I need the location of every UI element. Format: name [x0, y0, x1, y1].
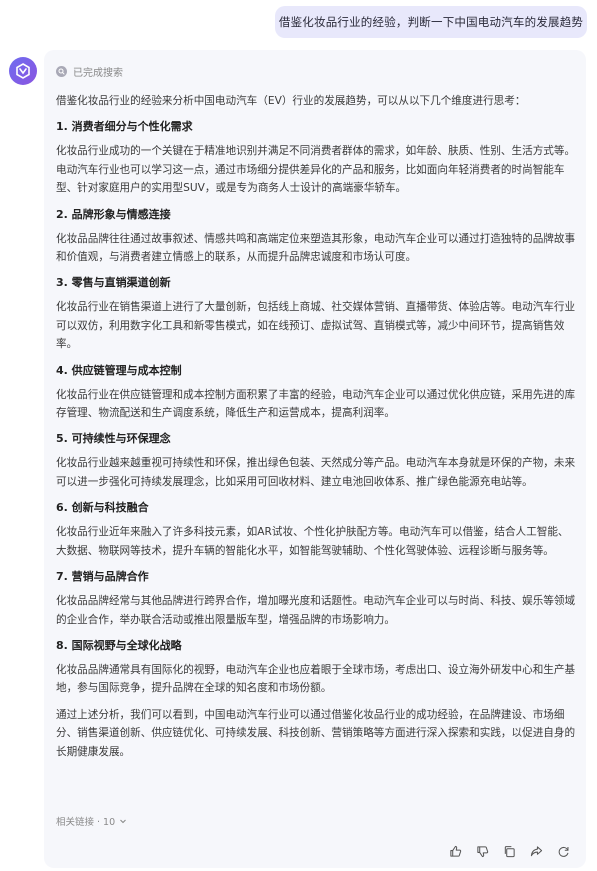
answer-section: 4. 供应链管理与成本控制化妆品行业在供应链管理和成本控制方面积累了丰富的经验，… — [56, 362, 576, 423]
answer-section: 8. 国际视野与全球化战略化妆品品牌通常具有国际化的视野，电动汽车企业也应着眼于… — [56, 637, 576, 698]
chevron-down-icon — [120, 819, 127, 824]
search-status[interactable]: 已完成搜索 — [56, 64, 123, 79]
share-icon[interactable] — [529, 844, 543, 858]
section-heading: 8. 国际视野与全球化战略 — [56, 638, 182, 652]
user-message-text: 借鉴化妆品行业的经验，判断一下中国电动汽车的发展趋势 — [278, 15, 584, 29]
section-heading: 2. 品牌形象与情感连接 — [56, 207, 171, 221]
section-body: 化妆品品牌经常与其他品牌进行跨界合作，增加曝光度和话题性。电动汽车企业可以与时尚… — [56, 595, 576, 626]
section-body: 化妆品品牌通常具有国际化的视野，电动汽车企业也应着眼于全球市场，考虑出口、设立海… — [56, 663, 576, 695]
answer-sections: 1. 消费者细分与个性化需求化妆品行业成功的一个关键在于精准地识别并满足不同消费… — [56, 118, 576, 697]
section-heading: 7. 营销与品牌合作 — [56, 570, 149, 584]
answer-section: 5. 可持续性与环保理念化妆品行业越来越重视可持续性和环保，推出绿色包装、天然成… — [56, 430, 576, 491]
answer-conclusion: 通过上述分析，我们可以看到，中国电动汽车行业可以通过借鉴化妆品行业的成功经验，在… — [56, 708, 576, 758]
section-body: 化妆品品牌往往通过故事叙述、情感共鸣和高端定位来塑造其形象，电动汽车企业可以通过… — [56, 232, 576, 264]
answer-intro: 借鉴化妆品行业的经验来分析中国电动汽车（EV）行业的发展趋势，可以从以下几个维度… — [56, 95, 526, 107]
section-heading: 5. 可持续性与环保理念 — [56, 432, 171, 446]
section-heading: 4. 供应链管理与成本控制 — [56, 363, 182, 377]
assistant-avatar — [9, 57, 37, 85]
section-body: 化妆品行业近年来融入了许多科技元素，如AR试妆、个性化护肤配方等。电动汽车可以借… — [56, 526, 569, 557]
section-body: 化妆品行业成功的一个关键在于精准地识别并满足不同消费者群体的需求，如年龄、肤质、… — [56, 145, 576, 195]
section-heading: 3. 零售与直销渠道创新 — [56, 276, 171, 290]
thumbs-up-icon[interactable] — [448, 844, 462, 858]
section-body: 化妆品行业越来越重视可持续性和环保，推出绿色包装、天然成分等产品。电动汽车本身就… — [56, 457, 576, 488]
section-body: 化妆品行业在供应链管理和成本控制方面积累了丰富的经验，电动汽车企业可以通过优化供… — [56, 388, 576, 420]
answer-section: 2. 品牌形象与情感连接化妆品品牌往往通过故事叙述、情感共鸣和高端定位来塑造其形… — [56, 206, 576, 267]
regenerate-icon[interactable] — [556, 844, 570, 858]
answer-content: 借鉴化妆品行业的经验来分析中国电动汽车（EV）行业的发展趋势，可以从以下几个维度… — [56, 92, 576, 769]
related-links-label: 相关链接 · 10 — [56, 817, 116, 828]
user-message-bubble: 借鉴化妆品行业的经验，判断一下中国电动汽车的发展趋势 — [275, 6, 587, 38]
answer-actions — [448, 844, 570, 858]
search-status-text: 已完成搜索 — [73, 68, 123, 79]
related-links-toggle[interactable]: 相关链接 · 10 — [56, 814, 127, 828]
copy-icon[interactable] — [502, 844, 516, 858]
assistant-logo-icon — [16, 63, 30, 79]
answer-section: 7. 营销与品牌合作化妆品品牌经常与其他品牌进行跨界合作，增加曝光度和话题性。电… — [56, 568, 576, 629]
section-heading: 6. 创新与科技融合 — [56, 501, 149, 515]
answer-section: 1. 消费者细分与个性化需求化妆品行业成功的一个关键在于精准地识别并满足不同消费… — [56, 118, 576, 197]
section-body: 化妆品行业在销售渠道上进行了大量创新，包括线上商城、社交媒体营销、直播带货、体验… — [56, 301, 576, 351]
section-heading: 1. 消费者细分与个性化需求 — [56, 120, 193, 134]
assistant-answer-card: 已完成搜索 借鉴化妆品行业的经验来分析中国电动汽车（EV）行业的发展趋势，可以从… — [44, 50, 586, 868]
answer-section: 3. 零售与直销渠道创新化妆品行业在销售渠道上进行了大量创新，包括线上商城、社交… — [56, 274, 576, 353]
search-complete-icon — [56, 66, 67, 77]
answer-section: 6. 创新与科技融合化妆品行业近年来融入了许多科技元素，如AR试妆、个性化护肤配… — [56, 499, 576, 560]
thumbs-down-icon[interactable] — [475, 844, 489, 858]
